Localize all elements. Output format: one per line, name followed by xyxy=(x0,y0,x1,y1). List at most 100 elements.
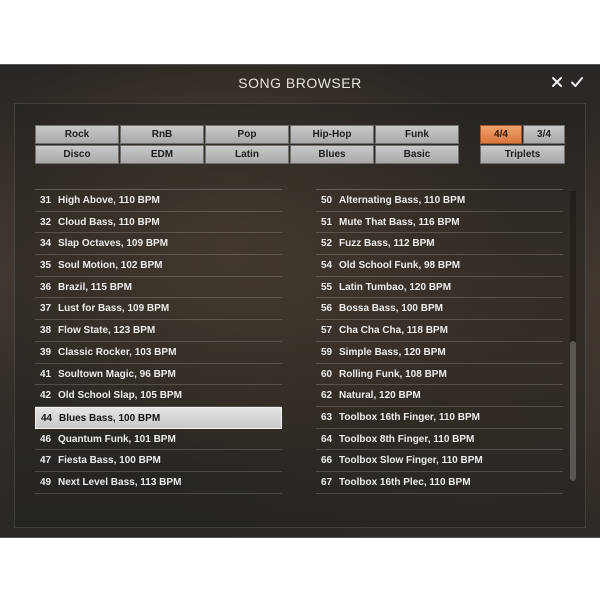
song-list-item[interactable]: 62 Natural, 120 BPM xyxy=(316,385,563,407)
song-title: Toolbox 8th Finger, 110 BPM xyxy=(339,433,475,445)
song-title: Toolbox 16th Finger, 110 BPM xyxy=(339,411,480,423)
genre-button-hip-hop[interactable]: Hip-Hop xyxy=(290,125,374,144)
song-number: 42 xyxy=(40,390,52,402)
song-number: 50 xyxy=(321,195,333,206)
close-icon[interactable] xyxy=(549,74,565,90)
song-list-item[interactable]: 57 Cha Cha Cha, 118 BPM xyxy=(316,320,563,342)
check-icon[interactable] xyxy=(569,74,585,90)
song-title: Next Level Bass, 113 BPM xyxy=(58,476,182,488)
song-title: Soul Motion, 102 BPM xyxy=(58,260,163,272)
song-title: Simple Bass, 120 BPM xyxy=(339,346,446,358)
song-list-item[interactable]: 66 Toolbox Slow Finger, 110 BPM xyxy=(316,450,563,472)
song-title: Fuzz Bass, 112 BPM xyxy=(339,238,435,250)
title-bar: SONG BROWSER xyxy=(0,65,600,103)
triplets-button[interactable]: Triplets xyxy=(480,145,565,164)
song-title: Old School Slap, 105 BPM xyxy=(58,390,182,402)
genre-button-edm[interactable]: EDM xyxy=(120,145,204,164)
song-title: Slap Octaves, 109 BPM xyxy=(58,238,169,250)
song-list-item[interactable]: 42 Old School Slap, 105 BPM xyxy=(35,385,282,407)
song-title: Fiesta Bass, 100 BPM xyxy=(58,455,161,467)
song-list-item[interactable]: 55 Latin Tumbao, 120 BPM xyxy=(316,277,563,299)
song-number: 49 xyxy=(40,476,52,488)
song-list-item[interactable]: 52 Fuzz Bass, 112 BPM xyxy=(316,233,563,256)
song-title: Classic Rocker, 103 BPM xyxy=(58,346,177,358)
song-number: 32 xyxy=(40,216,52,228)
song-title: Cha Cha Cha, 118 BPM xyxy=(339,325,448,337)
song-title: Soultown Magic, 96 BPM xyxy=(58,368,176,380)
song-title: High Above, 110 BPM xyxy=(58,195,160,206)
song-number: 59 xyxy=(321,346,333,358)
genre-filter-grid: Rock RnB Pop Hip-Hop Funk Disco EDM Latin Blues B… xyxy=(35,125,459,165)
song-list-right: 50 Alternating Bass, 110 BPM 51 Mute That B… xyxy=(316,190,563,494)
song-list-item[interactable]: 35 Soul Motion, 102 BPM xyxy=(35,255,282,277)
song-number: 56 xyxy=(321,303,333,315)
song-number: 57 xyxy=(321,325,333,337)
song-list-item[interactable]: 44 Blues Bass, 100 BPM xyxy=(35,406,282,429)
song-title: Rolling Funk, 108 BPM xyxy=(339,368,447,380)
song-number: 51 xyxy=(321,216,333,228)
time-signature-4-4-button[interactable]: 4/4 xyxy=(480,125,522,144)
song-list-item[interactable]: 38 Flow State, 123 BPM xyxy=(35,320,282,342)
genre-button-rnb[interactable]: RnB xyxy=(120,125,204,144)
song-list-scrollbar[interactable] xyxy=(570,191,576,481)
song-list-item[interactable]: 64 Toolbox 8th Finger, 110 BPM xyxy=(316,429,563,451)
song-number: 66 xyxy=(321,455,333,467)
time-signature-3-4-button[interactable]: 3/4 xyxy=(523,125,565,144)
song-list-item[interactable]: 37 Lust for Bass, 109 BPM xyxy=(35,298,282,321)
song-list-item[interactable]: 51 Mute That Bass, 116 BPM xyxy=(316,212,563,234)
song-list-item[interactable]: 67 Toolbox 16th Plec, 110 BPM xyxy=(316,472,563,494)
song-list-item[interactable]: 59 Simple Bass, 120 BPM xyxy=(316,342,563,364)
song-title: Bossa Bass, 100 BPM xyxy=(339,303,443,315)
song-title: Blues Bass, 100 BPM xyxy=(59,412,161,424)
song-title: Toolbox Slow Finger, 110 BPM xyxy=(339,455,483,467)
song-list-item[interactable]: 49 Next Level Bass, 113 BPM xyxy=(35,472,282,494)
genre-button-latin[interactable]: Latin xyxy=(205,145,289,164)
song-title: Alternating Bass, 110 BPM xyxy=(339,195,466,206)
song-list-item[interactable]: 54 Old School Funk, 98 BPM xyxy=(316,255,563,277)
song-number: 31 xyxy=(40,195,52,206)
song-list-item[interactable]: 41 Soultown Magic, 96 BPM xyxy=(35,364,282,386)
song-number: 62 xyxy=(321,390,333,402)
song-list-item[interactable]: 46 Quantum Funk, 101 BPM xyxy=(35,429,282,451)
song-list-item[interactable]: 47 Fiesta Bass, 100 BPM xyxy=(35,450,282,472)
song-list-left: 31 High Above, 110 BPM 32 Cloud Bass, 110 B… xyxy=(35,190,282,494)
song-number: 44 xyxy=(41,412,53,424)
song-title: Quantum Funk, 101 BPM xyxy=(58,433,176,445)
song-list-item[interactable]: 56 Bossa Bass, 100 BPM xyxy=(316,298,563,321)
song-browser-window: SONG BROWSER Rock RnB Pop Hip-Hop Funk Disco E… xyxy=(0,64,600,538)
song-number: 64 xyxy=(321,433,333,445)
song-title: Mute That Bass, 116 BPM xyxy=(339,216,460,228)
song-list-item[interactable]: 32 Cloud Bass, 110 BPM xyxy=(35,212,282,234)
song-list-item[interactable]: 39 Classic Rocker, 103 BPM xyxy=(35,342,282,364)
song-title: Natural, 120 BPM xyxy=(339,390,421,402)
genre-button-pop[interactable]: Pop xyxy=(205,125,289,144)
song-number: 46 xyxy=(40,433,52,445)
song-title: Old School Funk, 98 BPM xyxy=(339,260,461,272)
song-title: Latin Tumbao, 120 BPM xyxy=(339,281,452,293)
song-title: Brazil, 115 BPM xyxy=(58,281,132,293)
song-list-item[interactable]: 31 High Above, 110 BPM xyxy=(35,190,282,212)
time-signature-grid: 4/4 3/4 Triplets xyxy=(480,125,566,165)
song-number: 63 xyxy=(321,411,333,423)
song-list-item[interactable]: 50 Alternating Bass, 110 BPM xyxy=(316,190,563,212)
song-list-item[interactable]: 63 Toolbox 16th Finger, 110 BPM xyxy=(316,407,563,429)
song-list-item[interactable]: 34 Slap Octaves, 109 BPM xyxy=(35,233,282,256)
song-number: 37 xyxy=(40,303,52,315)
song-number: 35 xyxy=(40,260,52,272)
song-number: 54 xyxy=(321,260,333,272)
song-list-item[interactable]: 36 Brazil, 115 BPM xyxy=(35,277,282,299)
song-title: Cloud Bass, 110 BPM xyxy=(58,216,160,228)
song-title: Toolbox 16th Plec, 110 BPM xyxy=(339,476,471,488)
genre-button-rock[interactable]: Rock xyxy=(35,125,119,144)
song-number: 36 xyxy=(40,281,52,293)
song-number: 41 xyxy=(40,368,52,380)
genre-button-blues[interactable]: Blues xyxy=(290,145,374,164)
genre-button-funk[interactable]: Funk xyxy=(375,125,459,144)
song-number: 39 xyxy=(40,346,52,358)
scrollbar-thumb[interactable] xyxy=(570,341,576,481)
song-title: Flow State, 123 BPM xyxy=(58,325,156,337)
song-list-item[interactable]: 60 Rolling Funk, 108 BPM xyxy=(316,364,563,386)
genre-button-basic[interactable]: Basic xyxy=(375,145,459,164)
genre-button-disco[interactable]: Disco xyxy=(35,145,119,164)
song-title: Lust for Bass, 109 BPM xyxy=(58,303,170,315)
